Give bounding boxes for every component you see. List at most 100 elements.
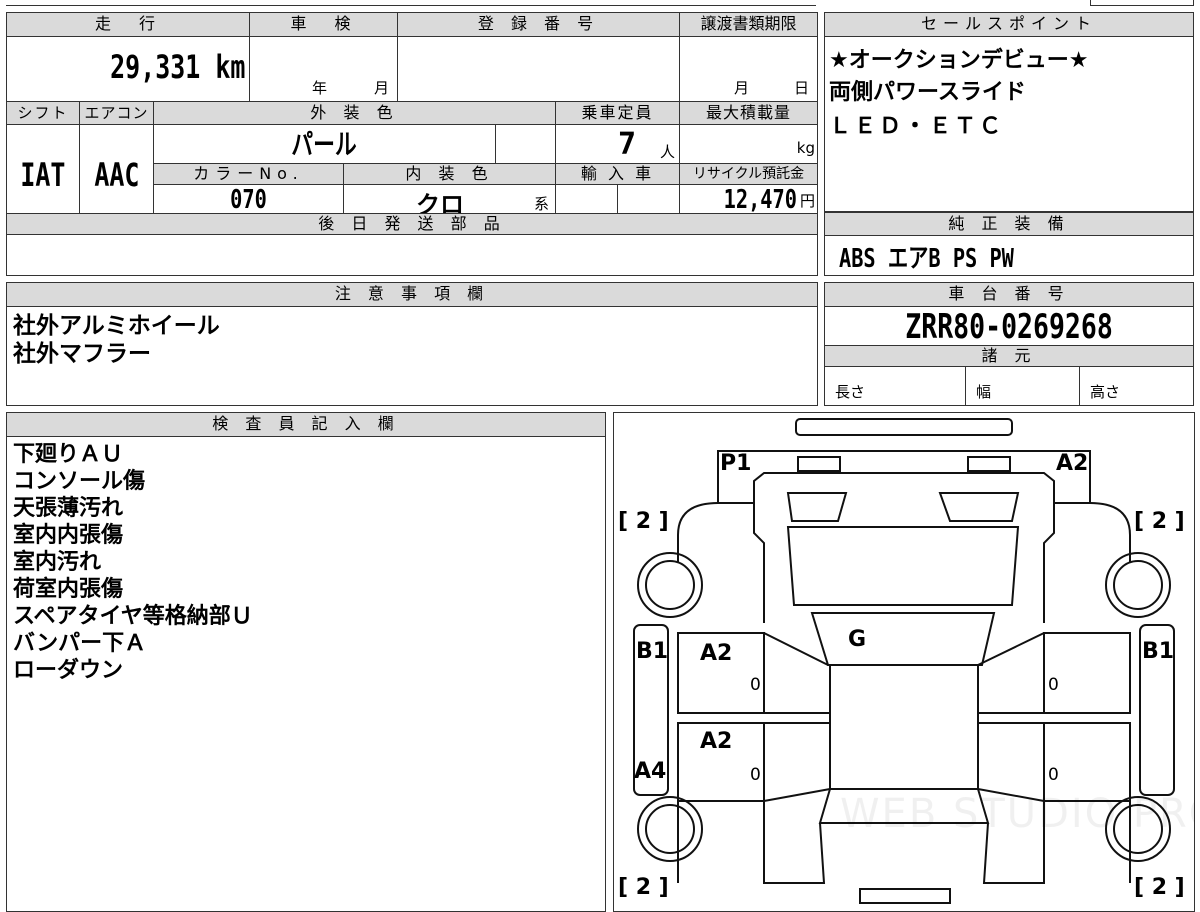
wheel-front-right-inner [1113,560,1163,610]
front-corner-arcs [677,502,1131,563]
inspector-note-3: 天張薄汚れ [13,496,124,521]
wheel-front-left-inner [645,560,695,610]
import-car-value-1 [555,185,617,213]
width-label: 幅 [976,383,992,401]
inspector-note-4: 室内内張傷 [13,523,124,548]
interior-color-header: 内 装 色 [343,163,555,185]
sales-point-box: セールスポイント ★オークションデビュー★ 両側パワースライド ＬＥＤ・ＥＴＣ [824,12,1194,212]
exterior-color-extra [495,125,555,163]
diagram-label-a2-left-lower: A2 [700,729,733,754]
capacity-unit: 人 [660,143,676,161]
inspector-note-9: ローダウン [13,658,124,683]
diagram-label-p1: P1 [720,451,752,476]
shift-value: IAT [7,125,79,213]
transfer-deadline-value: 月 日 [679,37,817,101]
top-strip-right [1090,0,1194,6]
headlight-right [967,456,1011,472]
width-cell: 幅 [965,367,1079,405]
inspector-header: 検 査 員 記 入 欄 [7,413,605,437]
roof [829,664,979,790]
chassis-no-header: 車 台 番 号 [825,283,1193,307]
left-pillars [763,632,831,802]
caution-1: 社外アルミホイール [13,313,220,339]
aircon-header: エアコン [79,101,153,125]
genuine-equipment-text: ABS エアB PS PW [839,244,1014,274]
wheel-rear-left-inner [645,804,695,854]
length-cell: 長さ [825,367,965,405]
shaken-header: 車 検 [249,13,397,37]
top-strip [6,0,816,6]
shift-text: IAT [20,156,66,194]
caution-header: 注 意 事 項 欄 [7,283,817,307]
front-bumper [795,418,1013,436]
watermark: WEB STUDIO PRO [840,791,1195,837]
diagram-label-b1-left: B1 [636,639,669,664]
right-pillars [977,632,1045,802]
color-no-header: カラーNo. [153,163,343,185]
bracket-bottom-left: [ 2 ] [618,875,669,900]
windshield [786,526,1020,606]
rear-bumper [859,888,951,904]
genuine-equipment-value: ABS エアB PS PW [839,238,1063,275]
exterior-color-text: パール [291,128,358,161]
later-parts-value [7,235,817,275]
caution-box: 注 意 事 項 欄 社外アルミホイール 社外マフラー [6,282,818,406]
diagram-label-b1-right: B1 [1142,639,1175,664]
car-diagram-box: P1 A2 G B1 B1 A2 A2 A4 0 0 0 0 [ 2 ] [ 2… [613,412,1195,912]
inspector-note-7: スペアタイヤ等格納部Ｕ [13,604,253,629]
sales-point-3: ＬＥＤ・ＥＴＣ [829,114,1005,139]
sales-point-2: 両側パワースライド [829,80,1026,105]
exterior-color-header: 外 装 色 [153,101,555,125]
headlight-left [797,456,841,472]
inspector-note-2: コンソール傷 [13,469,146,494]
genuine-equipment-box: 純 正 装 備 ABS エアB PS PW [824,212,1194,276]
length-label: 長さ [835,383,866,401]
diagram-zero-2: 0 [1048,675,1059,695]
front-body-outline [717,450,1091,504]
chassis-box: 車 台 番 号 ZRR80-0269268 諸 元 長さ 幅 高さ [824,282,1194,406]
shift-header: シフト [7,101,79,125]
deadline-month-label: 月 [734,79,750,97]
color-no-value: 070 [153,185,343,215]
inspector-box: 検 査 員 記 入 欄 下廻りＡＵ コンソール傷 天張薄汚れ 室内内張傷 室内汚… [6,412,606,912]
bracket-top-left: [ 2 ] [618,509,669,534]
sales-point-1: ★オークションデビュー★ [829,48,1089,73]
mirror-left [786,492,848,522]
diagram-zero-1: 0 [750,675,761,695]
exterior-color-value: パール [153,125,495,163]
recycle-fee-header: リサイクル預託金 [679,163,817,185]
diagram-zero-3: 0 [750,765,761,785]
wheel-front-left-outer [637,552,703,618]
recycle-fee-unit: 円 [799,192,815,210]
diagram-zero-4: 0 [1048,765,1059,785]
mileage-unit: km [214,48,245,86]
chassis-no-text: ZRR80-0269268 [905,307,1113,347]
roof-front [810,612,996,666]
import-car-value-2 [617,185,679,213]
wheel-rear-left-outer [637,796,703,862]
mileage-header: 走 行 [7,13,249,37]
bracket-bottom-right: [ 2 ] [1134,875,1185,900]
height-label: 高さ [1090,383,1121,401]
diagram-label-a2-left-upper: A2 [700,641,733,666]
inspector-note-8: バンパー下Ａ [13,631,147,656]
mileage-value: 29,331 km [7,37,249,101]
bracket-top-right: [ 2 ] [1134,509,1185,534]
shaken-month-label: 月 [374,79,390,97]
height-cell: 高さ [1079,367,1193,405]
later-parts-header: 後 日 発 送 部 品 [7,213,817,235]
chassis-no-value: ZRR80-0269268 [825,307,1193,347]
diagram-label-a4: A4 [634,759,667,784]
main-info-table: 走 行 車 検 登 録 番 号 譲渡書類期限 29,331 km 年 月 月 日… [6,12,818,276]
interior-kei-label: 系 [534,195,550,213]
max-load-header: 最大積載量 [679,101,817,125]
genuine-equipment-header: 純 正 装 備 [825,212,1193,236]
transfer-deadline-header: 譲渡書類期限 [679,13,817,37]
inspector-note-6: 荷室内張傷 [13,577,124,602]
color-no-text: 070 [230,185,267,215]
capacity-header: 乗車定員 [555,101,679,125]
wheel-front-right-outer [1105,552,1171,618]
deadline-day-label: 日 [794,79,810,97]
caution-2: 社外マフラー [13,341,151,367]
inspector-note-1: 下廻りＡＵ [13,442,124,467]
